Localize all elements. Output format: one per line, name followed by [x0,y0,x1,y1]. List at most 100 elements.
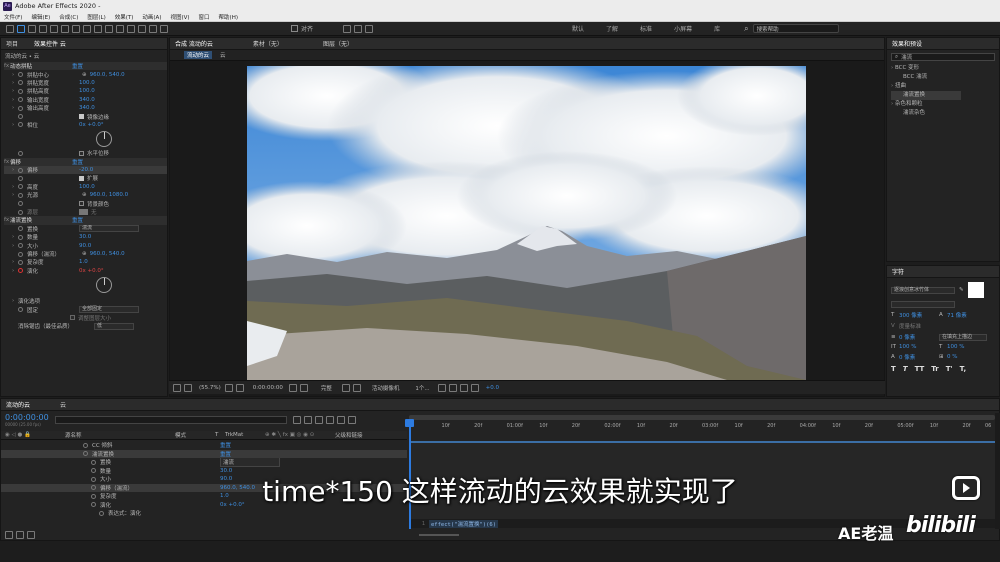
transparency-grid-icon[interactable] [352,383,361,392]
eraser-tool-icon[interactable] [138,24,146,33]
type-tool-icon[interactable] [105,24,113,33]
property-dropdown[interactable]: 湍流 [220,458,280,467]
menu-animation[interactable]: 动画(A) [142,13,161,21]
col-parent[interactable]: 父级和链接 [335,431,363,439]
stopwatch-icon[interactable] [18,122,23,128]
hand-tool-icon[interactable] [28,24,36,33]
zoom-level[interactable]: (55.7%) [199,385,221,391]
tree-effect[interactable]: BCC 湍流 [891,73,999,82]
leading-value[interactable]: 71 像素 [947,311,967,319]
tab-project[interactable]: 项目 [6,39,18,48]
subscript-button[interactable]: T, [960,365,966,373]
grid-icon[interactable] [224,383,233,392]
menu-window[interactable]: 窗口 [199,13,210,21]
puppet-pin-icon[interactable] [365,24,374,33]
motion-blur-icon[interactable] [336,416,345,424]
align-icon[interactable] [354,24,363,33]
rotate-tool-icon[interactable] [50,24,58,33]
stopwatch-icon[interactable] [18,226,23,232]
frame-blending-icon[interactable] [325,416,334,424]
tree-category[interactable]: › 杂色和颗粒 [891,100,999,109]
col-mode[interactable]: 模式 [175,431,215,439]
stopwatch-icon[interactable] [91,459,96,465]
zoom-slider[interactable] [419,534,459,536]
stopwatch-icon[interactable] [18,72,23,78]
fill-color-swatch[interactable] [967,282,984,298]
selection-tool-icon[interactable] [17,24,25,33]
viewer-timecode[interactable]: 0:00:00:00 [253,385,283,391]
clone-tool-icon[interactable] [127,24,135,33]
crosshair-icon[interactable]: ⊕ [82,72,87,78]
crosshair-icon[interactable]: ⊕ [82,251,87,257]
menu-composition[interactable]: 合成(C) [59,13,78,21]
stopwatch-icon[interactable] [18,114,23,120]
effect-header[interactable]: fx 动态拼贴 重置 [4,62,167,71]
roi-icon[interactable] [341,383,350,392]
stopwatch-icon[interactable] [18,243,23,249]
all-caps-button[interactable]: TT [915,365,925,373]
align-checkbox[interactable] [291,25,298,32]
snap-icon[interactable] [343,24,352,33]
work-area-bar[interactable] [409,415,995,420]
rectangle-tool-icon[interactable] [83,24,91,33]
timeline-property-row[interactable]: 表达式：演化 [1,509,407,518]
stopwatch-icon[interactable] [18,105,23,111]
color-swatch[interactable] [79,209,88,216]
workspace-library[interactable]: 库 [714,24,720,33]
menu-effect[interactable]: 效果(T) [115,13,134,21]
cti-handle[interactable] [405,419,414,427]
property-value[interactable]: 重置 [220,450,231,458]
timeline-property-row[interactable]: 湍流置换 重置 [1,449,407,458]
show-snapshot-icon[interactable] [184,383,192,392]
zoom-tool-icon[interactable] [39,24,47,33]
stopwatch-icon[interactable] [18,175,23,181]
tree-effect[interactable]: 湍流杂色 [891,109,999,118]
workspace-standard[interactable]: 标准 [640,24,652,33]
faux-bold-button[interactable]: T [891,365,896,373]
stopwatch-icon[interactable] [18,209,23,215]
toggle-switches-icon[interactable] [5,531,13,539]
stroke-mode-dropdown[interactable]: 在填充上描边 [939,333,987,341]
stopwatch-icon[interactable] [83,451,88,457]
tab-effect-controls[interactable]: 效果控件 云 [34,39,66,48]
camera-snapshot-icon[interactable] [288,383,297,392]
reset-link[interactable]: 重置 [72,216,83,224]
layer-duration-bar[interactable] [409,441,995,443]
resolution-dropdown[interactable]: 完整 [321,384,332,392]
expression-text[interactable]: effect("湍流置换")(6) [429,519,499,528]
stopwatch-icon[interactable] [99,510,104,516]
fast-preview-icon[interactable] [448,383,457,392]
pen-tool-icon[interactable] [94,24,102,33]
tree-category[interactable]: › 扭曲 [891,82,999,91]
tab-character[interactable]: 字符 [892,267,904,276]
stopwatch-icon[interactable] [18,97,23,103]
hscale-value[interactable]: 100 % [947,344,964,350]
timeline-timecode[interactable]: 0:00:00:00 [5,413,49,422]
col-t[interactable]: T [215,432,225,438]
col-source-name[interactable]: 源名称 [65,431,175,439]
phase-dial[interactable] [4,129,167,149]
breadcrumb-comp[interactable]: 流动的云 [184,51,213,59]
comp-mini-flowchart-icon[interactable] [292,416,301,424]
timeline-property-row[interactable]: 置换 湍流 [1,458,407,467]
property-value[interactable]: 重置 [220,441,231,449]
puppet-tool-icon[interactable] [160,24,168,33]
reset-exposure-icon[interactable] [437,383,446,392]
menu-view[interactable]: 视图(V) [170,13,189,21]
stopwatch-icon[interactable] [18,268,23,274]
displacement-dropdown[interactable]: 湍流 [79,225,139,233]
vscale-value[interactable]: 100 % [899,344,939,350]
crosshair-icon[interactable]: ⊕ [82,192,87,198]
font-family-dropdown[interactable]: 逐浪创意冰竹体 [891,286,955,294]
menu-layer[interactable]: 图层(L) [87,13,105,21]
font-style-dropdown[interactable] [891,301,955,308]
render-time-icon[interactable] [27,531,35,539]
snapshot-icon[interactable] [173,383,181,392]
exposure-value[interactable]: +0.0 [486,385,499,391]
faux-italic-button[interactable]: T [903,365,908,373]
superscript-button[interactable]: T' [946,365,953,373]
antialias-dropdown[interactable]: 低 [94,322,134,330]
color-channel-icon[interactable] [299,383,308,392]
effects-search-input[interactable]: 湍流 [901,53,912,61]
col-trkmat[interactable]: TrkMat [225,432,265,438]
